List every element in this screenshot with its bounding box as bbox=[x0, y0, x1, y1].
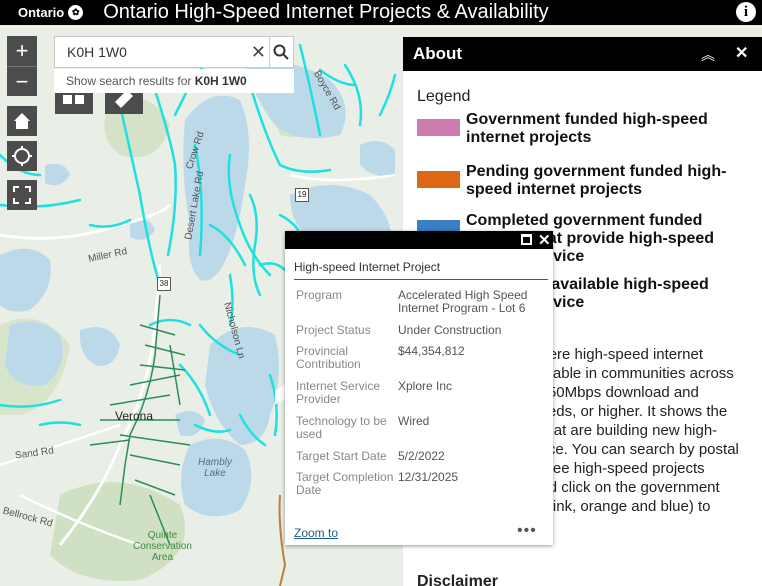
suggestion-prefix: Show search results for bbox=[66, 74, 195, 88]
app-title: Ontario High-Speed Internet Projects & A… bbox=[103, 1, 549, 23]
legend-item: Pending government funded high-speed int… bbox=[417, 163, 736, 199]
park-label: Quinte Conservation Area bbox=[133, 530, 192, 563]
attribute-row: Target Start Date 5/2/2022 bbox=[296, 450, 546, 471]
attribute-value: 5/2/2022 bbox=[398, 449, 445, 463]
brand-text: Ontario bbox=[18, 5, 65, 20]
town-label: Verona bbox=[115, 409, 154, 423]
legend-label: Pending government funded high-speed int… bbox=[466, 163, 727, 198]
attribute-row: Project Status Under Construction bbox=[296, 324, 546, 345]
app-header: Ontario ✿ Ontario High-Speed Internet Pr… bbox=[0, 0, 762, 25]
home-icon bbox=[14, 113, 30, 129]
popup-attributes: Program Accelerated High Speed Internet P… bbox=[296, 289, 546, 501]
attribute-key: Provincial Contribution bbox=[296, 344, 361, 371]
info-icon[interactable]: i bbox=[736, 2, 756, 22]
attribute-value: Xplore Inc bbox=[398, 379, 453, 393]
attribute-value: $44,354,812 bbox=[398, 344, 465, 358]
popup-titlebar bbox=[285, 231, 553, 249]
about-title: About bbox=[413, 44, 463, 63]
popup-title: High-speed Internet Project bbox=[294, 260, 441, 274]
fullscreen-button[interactable] bbox=[7, 180, 37, 210]
legend-label: Government funded high-speed internet pr… bbox=[466, 111, 708, 146]
attribute-row: Technology to be used Wired bbox=[296, 415, 546, 450]
fullscreen-icon bbox=[13, 186, 31, 204]
search-widget: ✕ bbox=[54, 36, 294, 68]
close-icon[interactable]: ✕ bbox=[735, 43, 748, 63]
zoom-in-button[interactable]: + bbox=[7, 36, 37, 66]
search-icon bbox=[273, 44, 290, 60]
attribute-row: Internet Service Provider Xplore Inc bbox=[296, 380, 546, 415]
locate-button[interactable] bbox=[7, 141, 37, 171]
attribute-key: Program bbox=[296, 288, 343, 302]
highway-shield: 19 bbox=[295, 188, 309, 202]
close-popup-icon[interactable]: ✕ bbox=[538, 231, 551, 249]
feature-popup: ✕ High-speed Internet Project Program Acc… bbox=[285, 231, 553, 545]
attribute-row: Provincial Contribution $44,354,812 bbox=[296, 345, 546, 380]
attribute-key: Internet Service Provider bbox=[296, 379, 381, 406]
zoom-out-button[interactable]: − bbox=[7, 66, 37, 96]
attribute-key: Project Status bbox=[296, 323, 371, 337]
home-button[interactable] bbox=[7, 106, 37, 136]
attribute-row: Program Accelerated High Speed Internet P… bbox=[296, 289, 546, 324]
clear-search-icon[interactable]: ✕ bbox=[248, 42, 269, 63]
disclaimer-heading: Disclaimer bbox=[417, 573, 498, 586]
trillium-icon: ✿ bbox=[68, 5, 84, 20]
more-options-icon[interactable]: ••• bbox=[517, 522, 537, 540]
attribute-value: Under Construction bbox=[398, 323, 502, 337]
zoom-to-link[interactable]: Zoom to bbox=[294, 526, 338, 540]
attribute-key: Target Start Date bbox=[296, 449, 387, 463]
lake-label: Hambly Lake bbox=[198, 457, 232, 479]
search-button[interactable] bbox=[268, 37, 293, 67]
attribute-value: Wired bbox=[398, 414, 430, 428]
legend-swatch bbox=[417, 171, 460, 188]
attribute-key: Technology to be used bbox=[296, 414, 387, 441]
attribute-key: Target Completion Date bbox=[296, 470, 394, 497]
suggestion-term: K0H 1W0 bbox=[194, 74, 247, 88]
legend-swatch bbox=[417, 119, 460, 136]
maximize-icon[interactable] bbox=[521, 234, 532, 245]
attribute-value: Accelerated High Speed Internet Program … bbox=[398, 288, 528, 315]
collapse-icon[interactable]: ︽ bbox=[699, 45, 717, 63]
locate-icon bbox=[12, 146, 32, 166]
legend-item: Government funded high-speed internet pr… bbox=[417, 111, 736, 147]
ontario-logo[interactable]: Ontario ✿ bbox=[18, 5, 84, 20]
divider bbox=[294, 279, 548, 280]
search-suggestion[interactable]: Show search results for K0H 1W0 bbox=[54, 69, 294, 93]
search-input[interactable] bbox=[55, 37, 248, 67]
attribute-row: Target Completion Date 12/31/2025 bbox=[296, 471, 546, 501]
attribute-value: 12/31/2025 bbox=[398, 470, 459, 484]
highway-shield: 38 bbox=[157, 277, 171, 291]
legend-title: Legend bbox=[417, 88, 471, 105]
